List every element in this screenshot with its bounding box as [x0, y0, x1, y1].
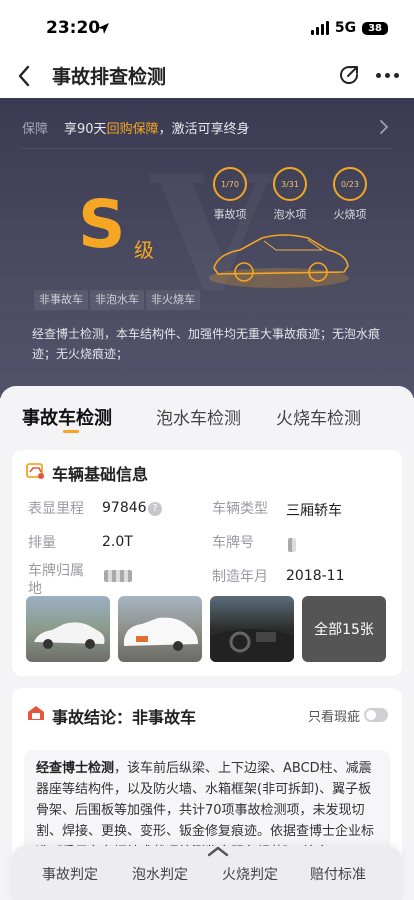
content-panel: 事故车检测 泡水车检测 火烧车检测 车辆基础信息 表显里程 97846 ? 车辆…	[0, 386, 414, 900]
tag-non-flood: 非泡水车	[90, 290, 144, 310]
tab-accident[interactable]: 事故车检测	[22, 404, 112, 430]
guarantee-tag: 保障	[22, 121, 49, 137]
grade-letter: S	[78, 186, 126, 263]
page-title: 事故排查检测	[52, 66, 167, 88]
bottom-nav-fire[interactable]: 火烧判定	[222, 864, 278, 884]
date-label: 制造年月	[212, 569, 268, 585]
photo-thumbnail[interactable]	[26, 596, 110, 662]
displacement-label: 排量	[28, 535, 56, 551]
tab-bar: 事故车检测 泡水车检测 火烧车检测	[0, 386, 414, 442]
flaws-only-label: 只看瑕疵	[307, 710, 360, 725]
tag-non-fire: 非火烧车	[146, 290, 200, 310]
type-value: 三厢轿车	[286, 503, 342, 519]
conclusion-icon	[28, 706, 44, 720]
mileage-value: 97846	[102, 500, 147, 516]
basic-info-card: 车辆基础信息 表显里程 97846 ? 车辆类型 三厢轿车 排量 2.0T 车牌…	[12, 450, 402, 676]
location-label: 车牌归属地	[28, 563, 84, 597]
share-icon[interactable]	[336, 62, 362, 88]
location-arrow-icon	[98, 23, 109, 34]
status-indicators: 5G 38	[310, 20, 388, 36]
flood-ring: 3/31	[273, 167, 307, 201]
battery-icon: 38	[362, 21, 388, 35]
basic-info-title: 车辆基础信息	[52, 465, 149, 484]
guarantee-text-post: ，激活可享终身	[158, 121, 250, 137]
conclusion-body-lead: 经查博士检测	[36, 761, 115, 776]
accident-ring: 1/70	[213, 167, 247, 201]
status-bar: 23:20 5G 38	[0, 0, 414, 54]
fire-ring: 0/23	[333, 167, 367, 201]
tag-non-accident: 非事故车	[34, 290, 88, 310]
nav-bar: 事故排查检测	[0, 54, 414, 98]
car-illustration	[209, 234, 349, 288]
more-options-icon[interactable]	[374, 64, 400, 86]
signal-icon	[310, 21, 329, 35]
car-info-icon	[26, 463, 44, 479]
date-value: 2018-11	[286, 568, 345, 584]
bottom-nav-compensation[interactable]: 赔付标准	[310, 864, 366, 884]
plate-value-redacted	[288, 538, 296, 552]
plate-label: 车牌号	[212, 535, 254, 551]
guarantee-banner[interactable]: 保障 享90天 回购保障 ，激活可享终身	[22, 112, 392, 142]
flaws-only-toggle[interactable]	[364, 708, 388, 722]
back-arrow-icon[interactable]	[12, 60, 40, 92]
chevron-right-icon	[380, 120, 389, 134]
guarantee-text-pre: 享90天	[64, 121, 107, 137]
displacement-value: 2.0T	[102, 534, 133, 550]
bottom-nav: 事故判定 泡水判定 火烧判定 赔付标准	[12, 846, 402, 900]
status-time: 23:20	[46, 18, 101, 38]
tab-indicator	[63, 430, 79, 433]
location-value-redacted	[104, 570, 132, 582]
network-type: 5G	[334, 20, 357, 36]
bottom-nav-flood[interactable]: 泡水判定	[132, 864, 188, 884]
photo-thumbnail[interactable]	[118, 596, 202, 662]
grade-suffix: 级	[134, 238, 154, 262]
chevron-up-icon[interactable]	[205, 844, 231, 858]
all-photos-button[interactable]: 全部15张	[302, 596, 386, 662]
mileage-label: 表显里程	[28, 501, 84, 517]
type-label: 车辆类型	[212, 501, 268, 517]
conclusion-title: 事故结论：非事故车	[52, 708, 197, 727]
tab-fire[interactable]: 火烧车检测	[276, 404, 361, 429]
bottom-nav-accident[interactable]: 事故判定	[42, 864, 98, 884]
tab-flood[interactable]: 泡水车检测	[156, 404, 241, 429]
photo-thumbnail[interactable]	[210, 596, 294, 662]
help-icon[interactable]: ?	[148, 502, 162, 516]
guarantee-highlight: 回购保障	[106, 121, 159, 137]
hero-summary: 经查博士检测，本车结构件、加强件均无重大事故痕迹；无泡水痕迹；无火烧痕迹；	[32, 327, 381, 361]
